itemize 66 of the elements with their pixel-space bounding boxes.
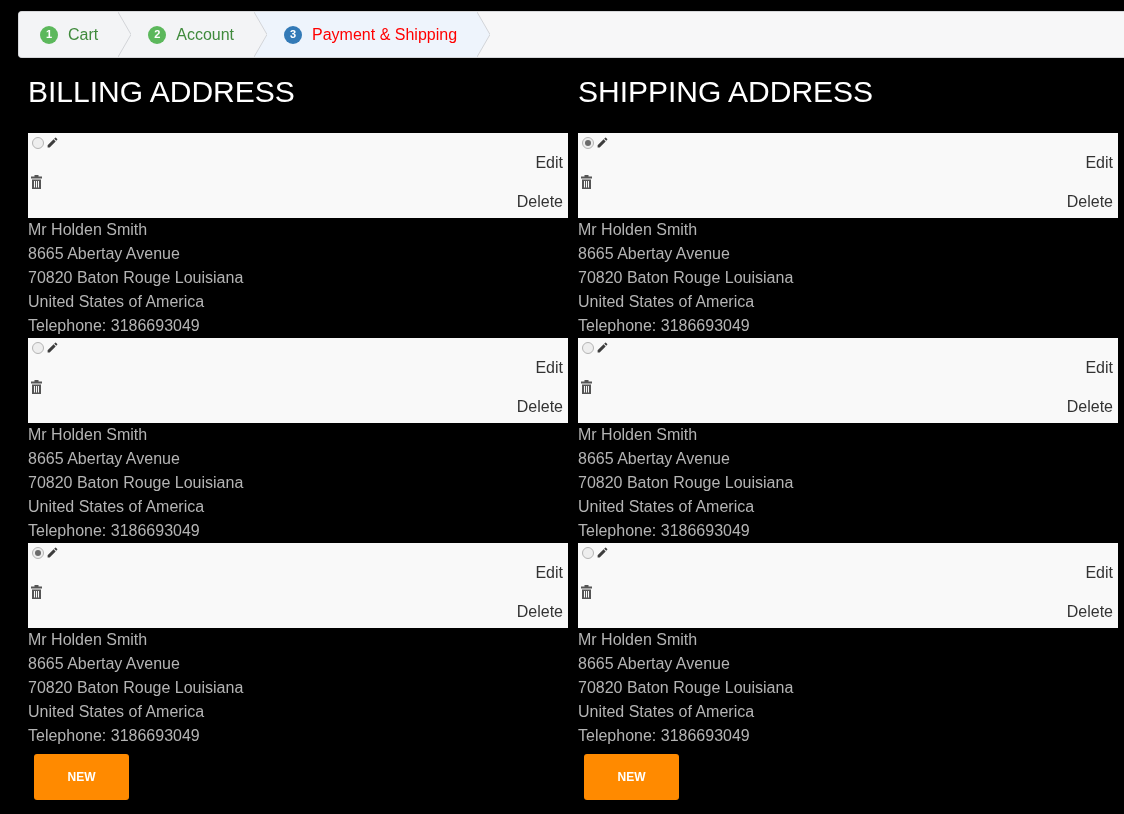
address-line: United States of America bbox=[578, 702, 756, 722]
edit-link[interactable]: Edit bbox=[535, 562, 563, 582]
address-line: United States of America bbox=[28, 497, 206, 517]
pencil-icon[interactable] bbox=[46, 341, 59, 355]
radio-button[interactable] bbox=[582, 546, 594, 559]
radio-button[interactable] bbox=[32, 136, 44, 149]
pencil-icon[interactable] bbox=[46, 136, 59, 150]
radio-button[interactable] bbox=[582, 341, 594, 354]
radio-button[interactable] bbox=[32, 546, 44, 559]
breadcrumb-step[interactable]: 1 Cart bbox=[19, 12, 119, 57]
edit-link[interactable]: Edit bbox=[1085, 562, 1113, 582]
delete-link[interactable]: Delete bbox=[1066, 396, 1113, 416]
pencil-icon[interactable] bbox=[46, 546, 59, 560]
trash-icon[interactable] bbox=[581, 379, 592, 394]
address-line: Telephone: 3186693049 bbox=[578, 521, 751, 541]
edit-link[interactable]: Edit bbox=[535, 152, 563, 172]
edit-link[interactable]: Edit bbox=[1085, 357, 1113, 377]
address-line: Mr Holden Smith bbox=[578, 425, 699, 445]
address-line: Telephone: 3186693049 bbox=[578, 726, 751, 746]
address-line: Mr Holden Smith bbox=[578, 630, 699, 650]
edit-link[interactable]: Edit bbox=[1085, 152, 1113, 172]
trash-icon[interactable] bbox=[31, 174, 42, 189]
pencil-icon[interactable] bbox=[596, 546, 609, 560]
trash-icon[interactable] bbox=[31, 584, 42, 599]
address-line: 8665 Abertay Avenue bbox=[578, 654, 731, 674]
address-line: Telephone: 3186693049 bbox=[28, 521, 201, 541]
address-line: 8665 Abertay Avenue bbox=[578, 449, 731, 469]
delete-link[interactable]: Delete bbox=[516, 601, 563, 621]
section-heading: SHIPPING ADDRESS bbox=[578, 75, 875, 108]
pencil-icon[interactable] bbox=[596, 341, 609, 355]
delete-link[interactable]: Delete bbox=[1066, 191, 1113, 211]
trash-icon[interactable] bbox=[581, 174, 592, 189]
section-heading: BILLING ADDRESS bbox=[28, 75, 296, 108]
address-line: Telephone: 3186693049 bbox=[578, 316, 751, 336]
address-line: Mr Holden Smith bbox=[578, 220, 699, 240]
address-line: 8665 Abertay Avenue bbox=[28, 244, 181, 264]
address-line: United States of America bbox=[28, 702, 206, 722]
address-line: 70820 Baton Rouge Louisiana bbox=[578, 473, 795, 493]
address-line: 70820 Baton Rouge Louisiana bbox=[28, 268, 245, 288]
step-number: 1 bbox=[40, 25, 58, 44]
address-line: 70820 Baton Rouge Louisiana bbox=[578, 268, 795, 288]
address-line: United States of America bbox=[578, 292, 756, 312]
address-line: 8665 Abertay Avenue bbox=[28, 654, 181, 674]
address-line: 70820 Baton Rouge Louisiana bbox=[578, 678, 795, 698]
trash-icon[interactable] bbox=[31, 379, 42, 394]
trash-icon[interactable] bbox=[581, 584, 592, 599]
address-line: 70820 Baton Rouge Louisiana bbox=[28, 473, 245, 493]
address-line: United States of America bbox=[28, 292, 206, 312]
address-line: 8665 Abertay Avenue bbox=[28, 449, 181, 469]
address-line: 70820 Baton Rouge Louisiana bbox=[28, 678, 245, 698]
edit-link[interactable]: Edit bbox=[535, 357, 563, 377]
step-number: 3 bbox=[284, 25, 303, 44]
delete-link[interactable]: Delete bbox=[1066, 601, 1113, 621]
address-line: Telephone: 3186693049 bbox=[28, 726, 201, 746]
address-line: United States of America bbox=[578, 497, 756, 517]
address-line: Mr Holden Smith bbox=[28, 220, 149, 240]
delete-link[interactable]: Delete bbox=[516, 191, 563, 211]
radio-button[interactable] bbox=[32, 341, 44, 354]
address-line: Telephone: 3186693049 bbox=[28, 316, 201, 336]
address-line: Mr Holden Smith bbox=[28, 630, 149, 650]
address-line: 8665 Abertay Avenue bbox=[578, 244, 731, 264]
step-number: 2 bbox=[148, 25, 167, 44]
address-line: Mr Holden Smith bbox=[28, 425, 149, 445]
pencil-icon[interactable] bbox=[596, 136, 609, 150]
delete-link[interactable]: Delete bbox=[516, 396, 563, 416]
radio-button[interactable] bbox=[582, 136, 594, 149]
